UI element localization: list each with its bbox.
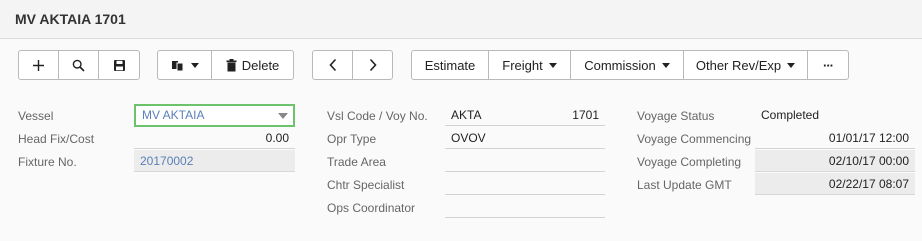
other-rev-exp-label: Other Rev/Exp [695, 57, 782, 73]
save-icon [113, 59, 125, 71]
voyage-completing-label: Voyage Completing [637, 155, 742, 169]
ellipsis-icon: ··· [823, 57, 834, 73]
opr-type-field[interactable]: OVOV [445, 127, 605, 149]
copy-dropdown-button[interactable] [158, 51, 212, 79]
navigation-toolbar-group [312, 50, 393, 80]
chevron-down-icon [190, 62, 199, 68]
ops-coordinator-label: Ops Coordinator [327, 201, 416, 215]
chevron-left-icon [328, 58, 336, 72]
last-update-gmt-label: Last Update GMT [637, 178, 732, 192]
voyage-commencing-label: Voyage Commencing [637, 132, 752, 146]
chevron-down-icon [278, 113, 288, 119]
freight-label: Freight [502, 57, 543, 73]
head-fix-cost-field[interactable]: 0.00 [134, 127, 295, 149]
search-button[interactable] [59, 51, 99, 79]
commission-label: Commission [584, 57, 656, 73]
chevron-right-icon [369, 58, 377, 72]
voyage-actions-toolbar: Estimate Freight Commission Other Rev/Ex… [411, 50, 849, 80]
previous-button[interactable] [313, 51, 353, 79]
other-rev-exp-dropdown-button[interactable]: Other Rev/Exp [684, 51, 808, 79]
delete-button[interactable]: Delete [212, 51, 293, 79]
voyage-completing-field: 02/10/17 00:00 [755, 150, 915, 172]
chevron-down-icon [661, 62, 670, 68]
vessel-code-value: AKTA [451, 108, 482, 122]
voyage-no-value: 1701 [572, 108, 599, 122]
head-fix-cost-label: Head Fix/Cost [18, 132, 95, 146]
page-title: MV AKTAIA 1701 [15, 11, 126, 27]
voyage-status-value: Completed [761, 108, 820, 122]
fixture-no-field[interactable]: 20170002 [134, 150, 295, 172]
chtr-specialist-label: Chtr Specialist [327, 178, 405, 192]
title-bar: MV AKTAIA 1701 [0, 0, 922, 39]
copy-delete-toolbar-group: Delete [157, 50, 294, 80]
trash-icon [226, 58, 237, 71]
chtr-specialist-field[interactable] [445, 173, 605, 195]
save-button[interactable] [99, 51, 139, 79]
trade-area-field[interactable] [445, 150, 605, 172]
vsl-code-voy-no-field[interactable]: AKTA 1701 [445, 104, 605, 126]
chevron-down-icon [548, 62, 557, 68]
fixture-no-label: Fixture No. [18, 155, 77, 169]
search-icon [72, 59, 85, 72]
opr-type-label: Opr Type [327, 132, 377, 146]
ops-coordinator-field[interactable] [445, 196, 605, 218]
freight-dropdown-button[interactable]: Freight [489, 51, 571, 79]
voyage-status-label: Voyage Status [637, 109, 715, 123]
trade-area-label: Trade Area [327, 155, 386, 169]
estimate-button[interactable]: Estimate [412, 51, 489, 79]
fixture-no-link[interactable]: 20170002 [140, 154, 193, 168]
chevron-down-icon [787, 62, 796, 68]
estimate-label: Estimate [424, 57, 476, 73]
more-options-button[interactable]: ··· [808, 51, 848, 79]
vessel-label: Vessel [18, 109, 54, 123]
last-update-gmt-field: 02/22/17 08:07 [755, 173, 915, 195]
copy-icon [171, 60, 183, 71]
next-button[interactable] [353, 51, 392, 79]
record-toolbar-group [18, 50, 140, 80]
commission-dropdown-button[interactable]: Commission [571, 51, 684, 79]
add-button[interactable] [19, 51, 59, 79]
voyage-commencing-field[interactable]: 01/01/17 12:00 [755, 127, 915, 149]
delete-label: Delete [241, 57, 280, 73]
vessel-select[interactable]: MV AKTAIA [134, 104, 295, 127]
vessel-value: MV AKTAIA [142, 108, 205, 122]
vsl-code-voy-no-label: Vsl Code / Voy No. [327, 109, 428, 123]
plus-icon [33, 59, 44, 71]
